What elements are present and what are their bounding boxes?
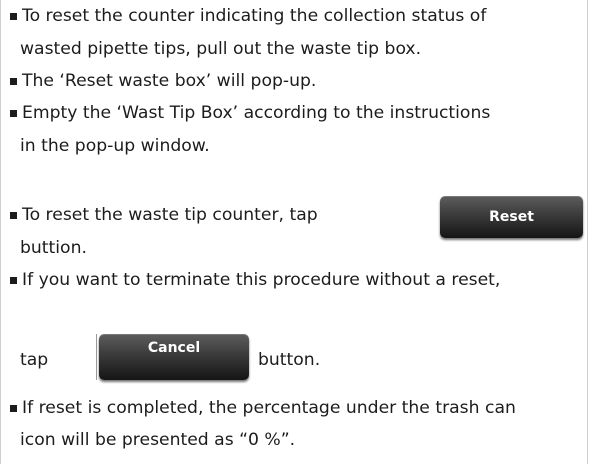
instruction-3-line-2: in the pop-up window. [20, 136, 210, 156]
instruction-2: The ‘Reset waste box’ will pop-up. [22, 71, 317, 91]
cancel-button[interactable]: Cancel [99, 334, 249, 380]
instruction-6-line-1: If reset is completed, the percentage un… [22, 398, 516, 418]
instruction-5-continuation: button. [258, 350, 321, 370]
reset-button-label: Reset [489, 209, 534, 225]
instruction-1-line-1: To reset the counter indicating the coll… [22, 6, 487, 26]
bullet-6 [10, 405, 17, 412]
cancel-button-label: Cancel [147, 340, 201, 356]
instruction-1-line-2: wasted pipette tips, pull out the waste … [20, 39, 422, 59]
instruction-4-continuation: buttion. [20, 238, 87, 258]
instruction-5-line-1: If you want to terminate this procedure … [22, 270, 501, 290]
bullet-4 [10, 212, 17, 219]
instruction-4-text: To reset the waste tip counter, tap [22, 205, 318, 225]
bullet-3 [10, 110, 17, 117]
instruction-3-line-1: Empty the ‘Wast Tip Box’ according to th… [22, 103, 491, 123]
bullet-1 [10, 13, 17, 20]
instruction-5-tap: tap [20, 350, 49, 370]
instruction-6-line-2: icon will be presented as “0 %”. [20, 430, 296, 450]
bullet-2 [10, 78, 17, 85]
bullet-5 [10, 277, 17, 284]
reset-button[interactable]: Reset [440, 196, 583, 238]
